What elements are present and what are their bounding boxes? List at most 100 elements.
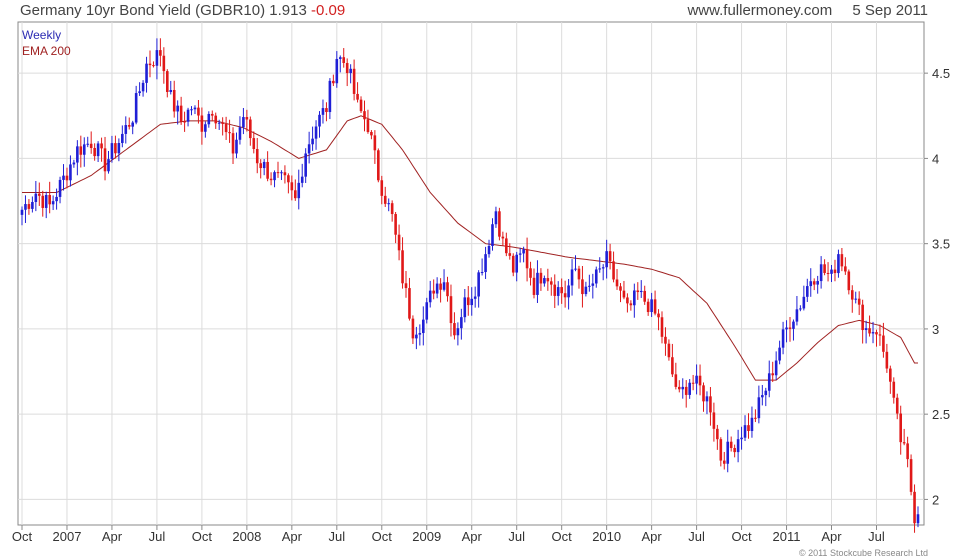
candle-body — [847, 271, 851, 291]
candle-body — [754, 417, 757, 419]
candle-body — [529, 268, 532, 278]
candle-body — [764, 390, 768, 396]
candle-body — [480, 272, 484, 274]
candle-body — [629, 303, 633, 306]
x-tick-label: Oct — [192, 529, 213, 544]
candle-body — [511, 255, 515, 273]
candle-body — [48, 194, 51, 205]
candle-body — [722, 460, 726, 464]
candle-body — [615, 279, 619, 287]
x-tick-label: 2009 — [412, 529, 441, 544]
candle-body — [560, 287, 563, 294]
candle-body — [778, 347, 781, 361]
candle-body — [584, 286, 588, 295]
candle-body — [200, 115, 204, 132]
candle-body — [401, 250, 404, 284]
candle-body — [643, 290, 647, 302]
candle-body — [913, 491, 916, 524]
candle-body — [300, 176, 304, 183]
candle-body — [795, 309, 799, 322]
candle-body — [107, 159, 110, 172]
candle-body — [155, 50, 159, 66]
candle-body — [307, 144, 311, 154]
candle-body — [356, 93, 359, 100]
candle-body — [712, 412, 716, 429]
candle-body — [861, 304, 864, 331]
candle-body — [204, 124, 207, 132]
x-tick-label: Jul — [328, 529, 345, 544]
candle-body — [432, 290, 435, 294]
candle-body — [460, 317, 463, 329]
y-tick-label: 2.5 — [932, 407, 950, 422]
candle-body — [58, 179, 62, 197]
candle-body — [342, 57, 346, 63]
candle-body — [370, 131, 373, 136]
candle-body — [456, 328, 460, 336]
candle-body — [660, 317, 664, 337]
candle-body — [525, 249, 529, 269]
candle-body — [837, 254, 840, 274]
candle-body — [498, 211, 501, 237]
candle-body — [536, 272, 539, 295]
candle-body — [425, 302, 429, 320]
candle-body — [729, 441, 733, 448]
candle-body — [826, 272, 830, 274]
candle-body — [121, 133, 124, 144]
candle-body — [740, 437, 743, 440]
candle-body — [705, 396, 709, 402]
candle-body — [546, 278, 550, 282]
candle-body — [318, 114, 321, 127]
candle-body — [242, 117, 245, 128]
candle-body — [581, 279, 584, 295]
x-tick-label: Oct — [731, 529, 752, 544]
candle-body — [664, 336, 667, 344]
candle-body — [885, 351, 889, 369]
x-tick-label: Oct — [12, 529, 33, 544]
candle-body — [601, 267, 605, 269]
candle-body — [522, 249, 525, 254]
candle-body — [169, 90, 173, 92]
candle-body — [273, 172, 276, 181]
candle-body — [487, 245, 491, 255]
candle-body — [816, 281, 819, 285]
candle-body — [636, 290, 640, 293]
candle-body — [114, 143, 117, 154]
candle-body — [148, 63, 152, 66]
candle-body — [899, 413, 903, 443]
candle-body — [501, 236, 505, 239]
candle-body — [809, 281, 813, 287]
candle-body — [591, 283, 595, 286]
chart-svg: 2 2.5 3 3.5 4 4.5 Oct 2007 Apr Jul Oct 2008 Apr Jul Oc… — [12, 21, 950, 544]
candle-body — [262, 161, 266, 169]
candle-body — [750, 417, 754, 432]
candle-body — [702, 385, 705, 402]
x-tick-label: Jul — [508, 529, 525, 544]
candle-body — [892, 381, 896, 398]
x-tick-label: Apr — [462, 529, 483, 544]
x-tick-label: Jul — [149, 529, 166, 544]
candle-body — [695, 375, 698, 384]
candle-body — [802, 296, 806, 309]
candle-body — [411, 318, 415, 339]
candle-body — [266, 161, 269, 179]
x-tick-label: Jul — [688, 529, 705, 544]
candle-body — [352, 68, 356, 94]
candle-body — [79, 146, 83, 155]
candle-body — [684, 386, 688, 395]
candle-body — [82, 144, 86, 155]
candle-body — [677, 386, 681, 390]
candle-body — [505, 238, 508, 254]
candle-body — [96, 143, 100, 157]
candle-body — [124, 125, 128, 134]
candle-body — [757, 397, 761, 419]
x-tick-label: Apr — [821, 529, 842, 544]
y-tick-label: 3.5 — [932, 237, 950, 252]
x-tick-label: 2008 — [232, 529, 261, 544]
candle-body — [902, 442, 906, 444]
candle-body — [646, 301, 650, 313]
candle-body — [297, 182, 301, 199]
candle-body — [172, 90, 176, 112]
candle-body — [477, 272, 480, 297]
legend-item-ema: EMA 200 — [22, 44, 71, 58]
x-tick-label: 2007 — [53, 529, 82, 544]
